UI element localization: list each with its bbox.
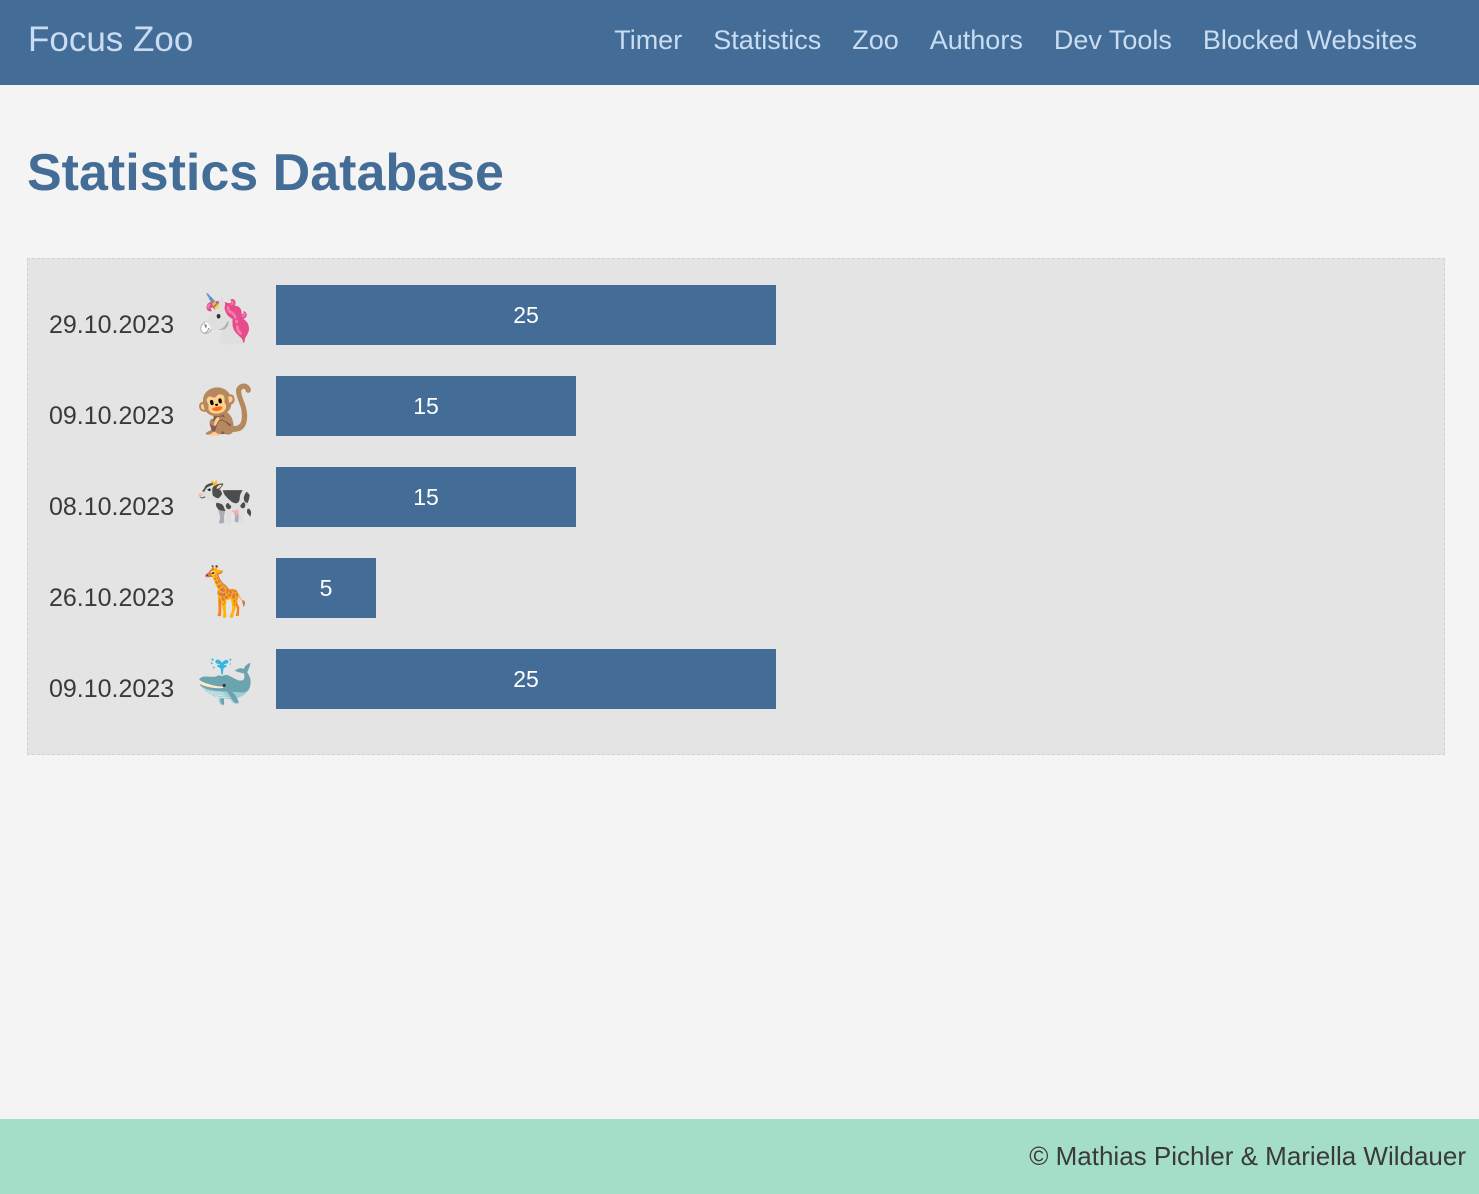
statistics-list: 29.10.2023 🦄 25 09.10.2023 🐒 15 08.10.20…: [27, 258, 1445, 755]
stat-bar: 15: [276, 376, 576, 436]
nav-menu: Timer Statistics Zoo Authors Dev Tools B…: [614, 22, 1417, 58]
nav-link-statistics[interactable]: Statistics: [713, 22, 821, 58]
stat-date: 09.10.2023: [49, 675, 175, 703]
whale-icon: 🐳: [195, 657, 255, 710]
nav-link-blocked-websites[interactable]: Blocked Websites: [1203, 22, 1417, 58]
unicorn-icon: 🦄: [195, 293, 255, 346]
stat-row: 29.10.2023 🦄 25: [28, 285, 1444, 346]
nav-link-zoo[interactable]: Zoo: [852, 22, 899, 58]
stat-value: 25: [513, 665, 539, 692]
stat-bar: 5: [276, 558, 376, 618]
cow-icon: 🐄: [195, 475, 255, 528]
stat-row: 09.10.2023 🐳 25: [28, 649, 1444, 710]
footer: © Mathias Pichler & Mariella Wildauer: [0, 1119, 1479, 1194]
stat-value: 15: [413, 392, 439, 419]
stat-row: 26.10.2023 🦒 5: [28, 558, 1444, 619]
nav-link-authors[interactable]: Authors: [930, 22, 1023, 58]
stat-date: 08.10.2023: [49, 493, 175, 521]
stat-bar: 25: [276, 285, 776, 345]
stat-value: 15: [413, 483, 439, 510]
monkey-icon: 🐒: [195, 384, 255, 437]
stat-bar: 15: [276, 467, 576, 527]
footer-credits: © Mathias Pichler & Mariella Wildauer: [1029, 1141, 1466, 1171]
nav-link-dev-tools[interactable]: Dev Tools: [1054, 22, 1172, 58]
stat-date: 29.10.2023: [49, 311, 175, 339]
nav-link-timer[interactable]: Timer: [614, 22, 682, 58]
navbar: Focus Zoo Timer Statistics Zoo Authors D…: [0, 0, 1479, 85]
giraffe-icon: 🦒: [195, 566, 255, 619]
stat-date: 26.10.2023: [49, 584, 175, 612]
stat-row: 08.10.2023 🐄 15: [28, 467, 1444, 528]
stat-value: 25: [513, 301, 539, 328]
page-title: Statistics Database: [27, 144, 504, 202]
stat-date: 09.10.2023: [49, 402, 175, 430]
brand-link[interactable]: Focus Zoo: [28, 18, 193, 62]
stat-bar: 25: [276, 649, 776, 709]
stat-value: 5: [319, 574, 333, 601]
stat-row: 09.10.2023 🐒 15: [28, 376, 1444, 437]
